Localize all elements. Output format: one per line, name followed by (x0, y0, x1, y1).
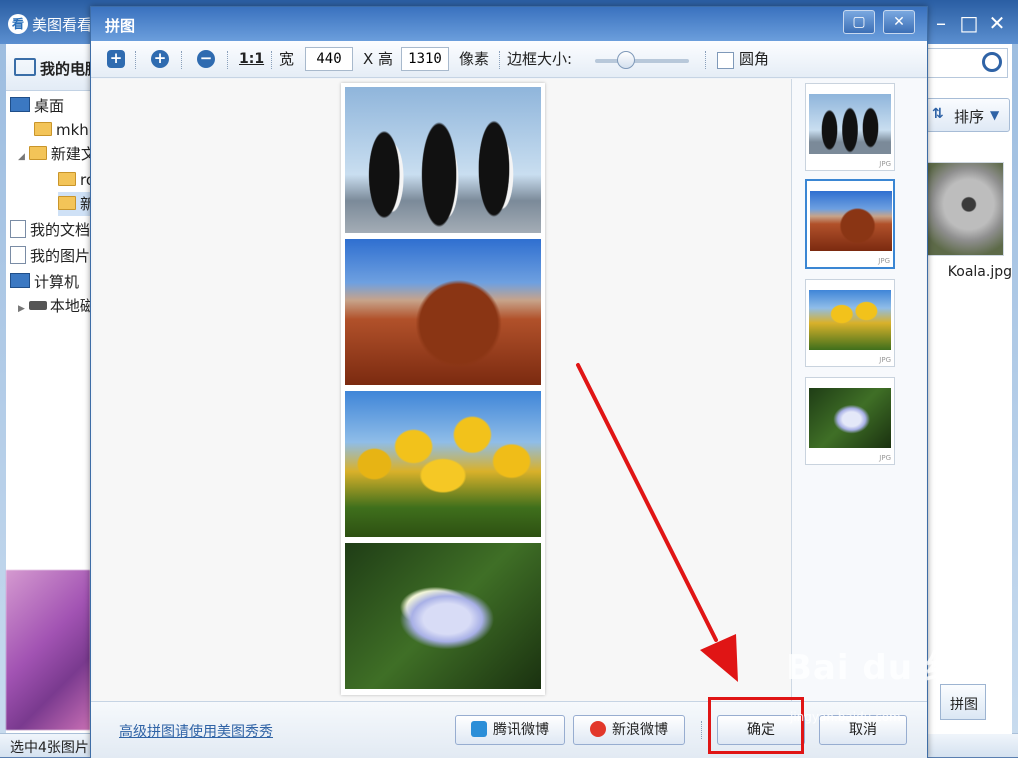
arrow-head (700, 634, 738, 682)
arrow-shaft (576, 363, 718, 642)
baidu-watermark: Bai du 经验 (786, 648, 996, 688)
confirm-highlight-box (708, 697, 804, 754)
baidu-watermark-url: jingyan.baidu.com (790, 710, 901, 724)
